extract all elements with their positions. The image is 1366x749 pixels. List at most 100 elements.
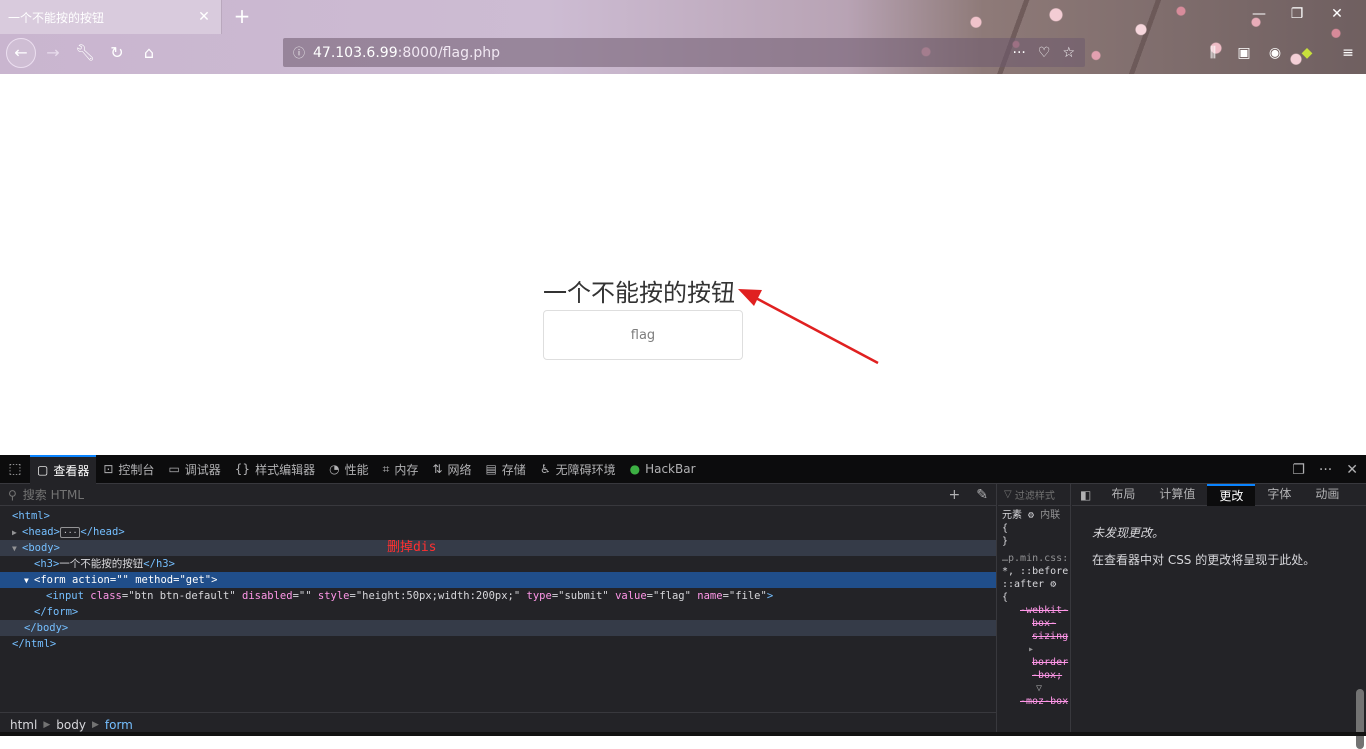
home-button[interactable]: ⌂ <box>136 40 162 66</box>
page-actions-icon[interactable]: ··· <box>1013 45 1026 61</box>
tab-changes[interactable]: 更改 <box>1207 483 1256 506</box>
rule-prop-3: -moz-box <box>1020 696 1069 707</box>
site-info-icon[interactable]: ⓘ <box>293 44 313 61</box>
rule-prop-1: -webkit- <box>1020 605 1069 616</box>
eyedropper-icon[interactable]: ✎ <box>976 487 988 503</box>
tab-accessibility[interactable]: ♿︎ 无障碍环境 <box>533 455 623 484</box>
tab-hackbar[interactable]: ● HackBar <box>623 455 703 484</box>
sidebar-icon[interactable]: ▣ <box>1233 42 1255 64</box>
wrench-icon[interactable]: 🔧︎ <box>72 40 98 66</box>
tab-layout[interactable]: 布局 <box>1099 484 1147 506</box>
add-node-icon[interactable]: + <box>949 487 961 503</box>
browser-tab[interactable]: 一个不能按的按钮 ✕ <box>0 0 222 34</box>
markup-view: ⚲ 搜索 HTML + ✎ <html> ▶ <head> ··· </head> ▼… <box>0 484 997 736</box>
close-window-icon[interactable]: ✕ <box>1326 6 1348 22</box>
close-tab-icon[interactable]: ✕ <box>195 9 213 25</box>
scrollbar[interactable] <box>1356 689 1364 749</box>
dock-icon[interactable]: ❐ <box>1292 462 1305 478</box>
expand-arrow-icon[interactable]: ▸ <box>998 643 1070 656</box>
breadcrumb-body[interactable]: body <box>56 718 86 732</box>
rule-prop-2: border <box>1032 657 1069 668</box>
memory-icon: ⌗ <box>382 461 390 476</box>
network-icon: ⇅ <box>432 462 443 476</box>
menu-icon[interactable]: ≡ <box>1337 42 1359 64</box>
console-icon: ⊡ <box>103 462 114 476</box>
html-search[interactable]: ⚲ 搜索 HTML + ✎ <box>0 484 996 506</box>
tab-title: 一个不能按的按钮 <box>8 10 105 25</box>
rule-selector: *, ::before, <box>1002 566 1071 577</box>
minimize-icon[interactable]: — <box>1248 6 1270 22</box>
tree-node-body-close[interactable]: </body> <box>0 620 996 636</box>
pocket-icon[interactable]: ♡ <box>1038 45 1051 61</box>
dom-tree: <html> ▶ <head> ··· </head> ▼ <body> <h3>一个不… <box>0 506 996 652</box>
tree-node-html-close[interactable]: </html> <box>0 636 996 652</box>
tab-computed[interactable]: 计算值 <box>1147 484 1207 506</box>
rules-view: ▽ 过滤样式 元素 ⚙ 内联 { } …p.min.css: *, ::befo… <box>998 484 1071 736</box>
tab-performance[interactable]: ◔ 性能 <box>322 455 376 484</box>
rule-brace-open-2: { <box>1002 592 1009 603</box>
accessibility-icon: ♿︎ <box>539 462 551 476</box>
rule-prop-2b: -box; <box>1032 670 1063 681</box>
element-picker-icon[interactable]: ⬚ <box>0 461 30 477</box>
back-button[interactable]: ← <box>6 38 36 68</box>
tree-node-head[interactable]: ▶ <head> ··· </head> <box>0 524 996 540</box>
tab-storage[interactable]: ▤ 存储 <box>478 455 532 484</box>
tree-node-body[interactable]: ▼ <body> <box>0 540 996 556</box>
storage-icon: ▤ <box>485 462 497 476</box>
chevron-right-icon: ▶ <box>43 719 51 730</box>
tab-style-editor[interactable]: {} 样式编辑器 <box>228 455 322 484</box>
close-devtools-icon[interactable]: ✕ <box>1346 462 1358 478</box>
search-input[interactable]: 搜索 HTML <box>23 486 949 503</box>
sidebar-tabs: ◧ 布局 计算值 更改 字体 动画 <box>1072 483 1366 506</box>
sidebar-panel: ◧ 布局 计算值 更改 字体 动画 未发现更改。 在查看器中对 CSS 的更改将… <box>1072 483 1366 749</box>
forward-button[interactable]: → <box>40 40 66 66</box>
rule-source[interactable]: …p.min.css: <box>998 548 1070 565</box>
flag-button[interactable]: flag <box>543 310 743 360</box>
filter-styles[interactable]: ▽ 过滤样式 <box>998 484 1070 506</box>
tree-node-html[interactable]: <html> <box>0 508 996 524</box>
tab-fonts[interactable]: 字体 <box>1255 484 1303 506</box>
new-tab-button[interactable]: + <box>230 4 254 28</box>
rule-element: 元素 ⚙ 内联 <box>1002 510 1061 521</box>
toggle-pane-icon[interactable]: ◧ <box>1072 488 1099 502</box>
gear-icon: ⚙ <box>1028 510 1035 521</box>
account-icon[interactable]: ◉ <box>1264 42 1286 64</box>
reload-button[interactable]: ↻ <box>104 40 130 66</box>
tree-node-input[interactable]: <input class="btn btn-default" disabled=… <box>0 588 996 604</box>
tab-network[interactable]: ⇅ 网络 <box>425 455 478 484</box>
filter-icon[interactable]: ▽ <box>998 682 1070 695</box>
tab-console[interactable]: ⊡ 控制台 <box>96 455 161 484</box>
tab-inspector[interactable]: ▢ 查看器 <box>30 454 97 484</box>
style-editor-icon: {} <box>234 462 251 476</box>
breadcrumb-html[interactable]: html <box>10 718 37 732</box>
annotation-text: 删掉dis <box>387 540 437 555</box>
bookmark-star-icon[interactable]: ☆ <box>1062 45 1075 61</box>
rule-prop-1b: box- <box>1032 618 1057 629</box>
taskbar-strip <box>0 732 1366 736</box>
hackbar-icon: ● <box>629 462 641 476</box>
restore-icon[interactable]: ❐ <box>1286 6 1308 22</box>
tab-memory[interactable]: ⌗ 内存 <box>376 455 426 484</box>
extension-icon[interactable]: ◆ <box>1296 42 1318 64</box>
tree-node-h3[interactable]: <h3>一个不能按的按钮</h3> <box>0 556 996 572</box>
more-options-icon[interactable]: ··· <box>1319 462 1332 478</box>
tab-animations[interactable]: 动画 <box>1303 484 1351 506</box>
rule-brace-close: } <box>1002 536 1009 547</box>
tree-node-form-close[interactable]: </form> <box>0 604 996 620</box>
breadcrumb-form[interactable]: form <box>105 718 133 732</box>
browser-chrome: 一个不能按的按钮 ✕ + — ❐ ✕ ← → 🔧︎ ↻ ⌂ ⓘ 47.103.6… <box>0 0 1366 74</box>
performance-icon: ◔ <box>329 462 340 476</box>
page-heading: 一个不能按的按钮 <box>543 279 735 307</box>
filter-icon: ▽ <box>1004 489 1012 500</box>
url-text[interactable]: 47.103.6.99:8000/flag.php <box>313 45 1001 61</box>
no-changes-text: 未发现更改。 <box>1092 526 1165 540</box>
tab-debugger[interactable]: ▭ 调试器 <box>161 455 227 484</box>
library-icon[interactable]: ⫼ <box>1202 42 1224 64</box>
url-bar[interactable]: ⓘ 47.103.6.99:8000/flag.php ··· ♡ ☆ <box>283 38 1085 67</box>
tree-node-form[interactable]: ▼ <form action="" method="get"> <box>0 572 996 588</box>
devtools-tabbar: ⬚ ▢ 查看器 ⊡ 控制台 ▭ 调试器 {} 样式编辑器 ◔ 性能 ⌗ 内存 ⇅ 网络 ▤ 存储… <box>0 454 1366 484</box>
debugger-icon: ▭ <box>168 462 180 476</box>
rule-prop-1c: sizing <box>1032 631 1069 642</box>
changes-hint-text: 在查看器中对 CSS 的更改将呈现于此处。 <box>1092 553 1316 567</box>
rule-selector-after: ::after ⚙ <box>1002 579 1057 590</box>
